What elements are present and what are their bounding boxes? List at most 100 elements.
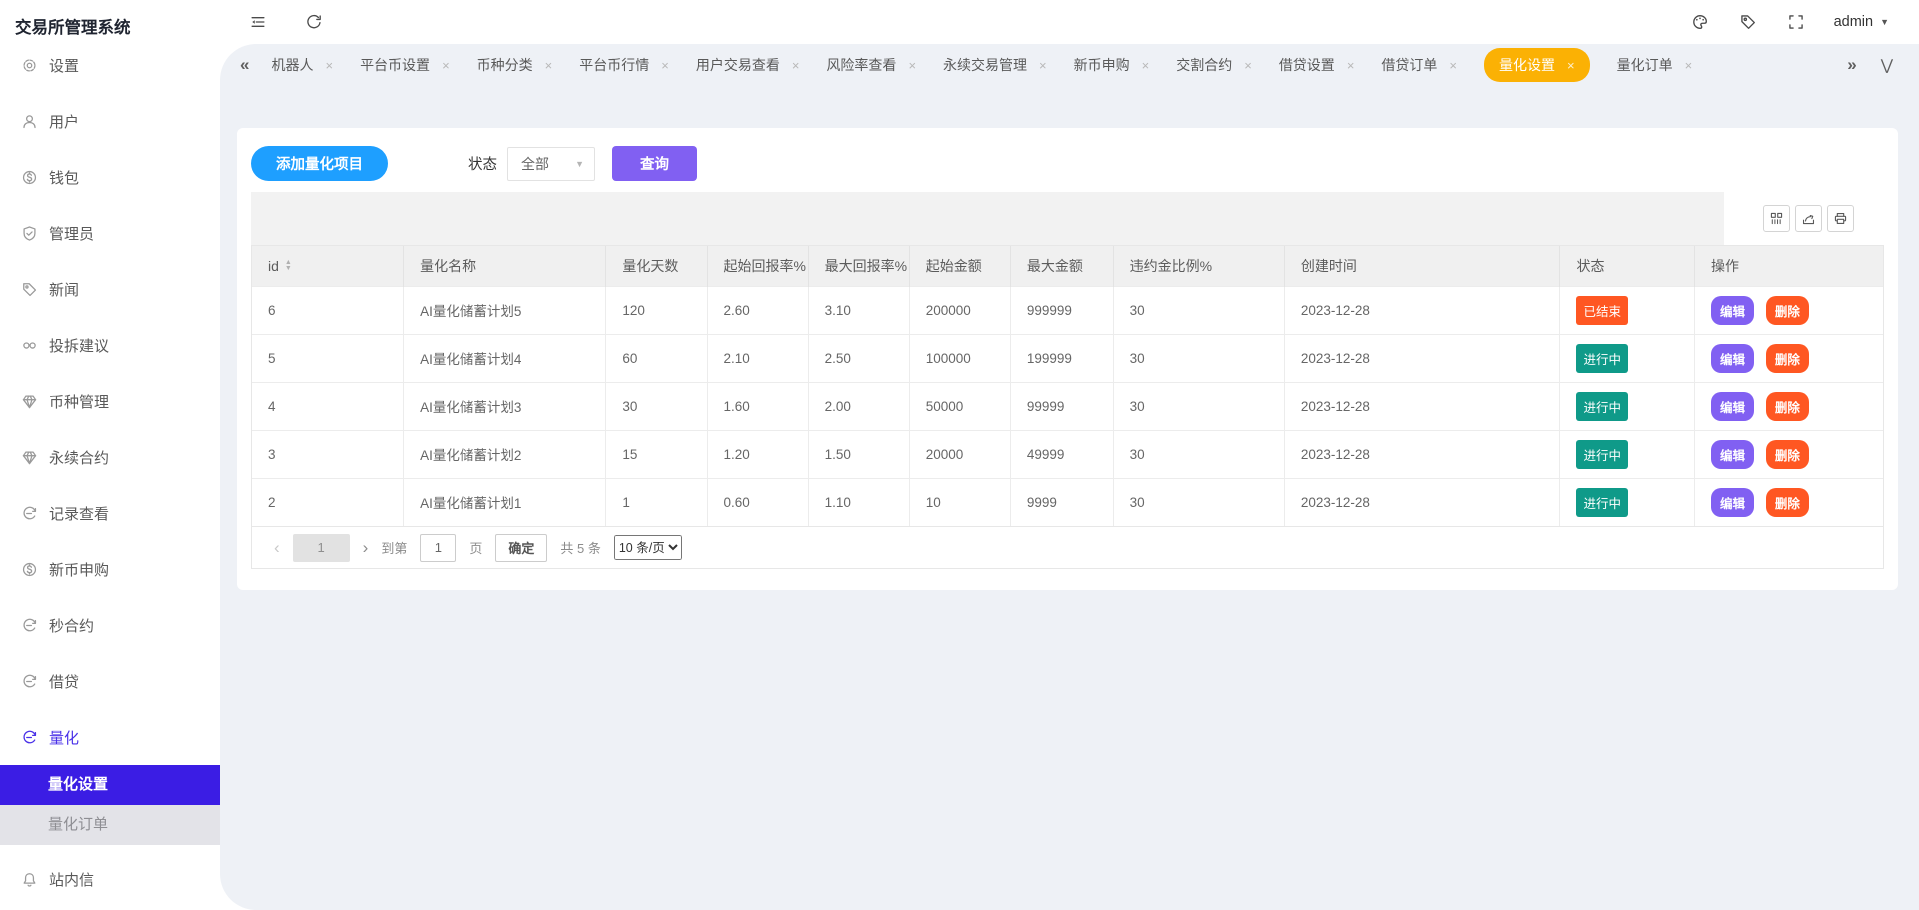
col-header: 起始金额 [909, 246, 1011, 286]
close-icon[interactable]: × [792, 58, 800, 73]
tag-icon[interactable] [1738, 12, 1758, 32]
cell-max-amount: 199999 [1010, 333, 1114, 382]
sidebar-item[interactable]: 用户 [0, 93, 220, 149]
col-header: 状态 [1559, 246, 1696, 286]
cell-start-amount: 20000 [909, 429, 1011, 478]
sidebar-item-messages[interactable]: 站内信 [0, 851, 220, 907]
close-icon[interactable]: × [1449, 58, 1457, 73]
edit-button[interactable]: 编辑 [1711, 439, 1755, 469]
status-badge: 进行中 [1576, 391, 1628, 421]
sidebar-item-icon [20, 616, 38, 634]
delete-button[interactable]: 删除 [1765, 343, 1809, 373]
columns-icon[interactable] [1763, 205, 1790, 232]
sidebar-item[interactable]: 借贷 [0, 653, 220, 709]
close-icon[interactable]: × [1142, 58, 1150, 73]
close-icon[interactable]: × [1685, 58, 1693, 73]
close-icon[interactable]: × [1567, 58, 1575, 73]
tab-label: 交割合约 [1176, 57, 1233, 73]
sidebar-item[interactable]: 设置 [0, 37, 220, 93]
cell-start-rate: 1.60 [707, 381, 809, 430]
edit-button[interactable]: 编辑 [1711, 343, 1755, 373]
goto-page-input[interactable] [420, 533, 457, 562]
sidebar: 交易所管理系统 设置 用户 钱包 管理员 新闻 投拆建议 币种管理 永续合约 记… [0, 0, 220, 910]
close-icon[interactable]: × [1039, 58, 1047, 73]
delete-button[interactable]: 删除 [1765, 295, 1809, 325]
tab[interactable]: 新币申购 × [1074, 55, 1150, 75]
tab[interactable]: 平台币行情 × [579, 55, 669, 75]
tab[interactable]: 机器人 × [271, 55, 333, 75]
status-filter-select[interactable]: 全部 ▼ [507, 146, 595, 181]
query-button[interactable]: 查询 [612, 146, 697, 181]
page-unit-label: 页 [469, 541, 483, 556]
tab[interactable]: 借贷订单 × [1381, 55, 1457, 75]
prev-page-icon[interactable]: ‹ [274, 538, 280, 558]
tab[interactable]: 量化设置 × [1484, 48, 1590, 82]
edit-button[interactable]: 编辑 [1711, 487, 1755, 517]
sidebar-item-label: 币种管理 [49, 393, 110, 411]
col-header: 最大回报率% [808, 246, 910, 286]
cell-start-rate: 2.60 [707, 285, 809, 334]
sort-icon[interactable]: ▲ ▼ [285, 259, 292, 272]
sidebar-submenu-item[interactable]: 量化设置 [0, 765, 220, 805]
sidebar-item[interactable]: 量化 [0, 709, 220, 765]
cell-max-rate: 1.10 [808, 477, 910, 526]
close-icon[interactable]: × [545, 58, 553, 73]
delete-button[interactable]: 删除 [1765, 439, 1809, 469]
toolbar-band-spacer [251, 192, 1724, 245]
tab[interactable]: 交割合约 × [1176, 55, 1252, 75]
page-size-select[interactable]: 10 条/页 [613, 535, 682, 560]
print-icon[interactable] [1827, 205, 1854, 232]
delete-button[interactable]: 删除 [1765, 391, 1809, 421]
tab[interactable]: 用户交易查看 × [696, 55, 800, 75]
cell-created: 2023-12-28 [1284, 333, 1561, 382]
sidebar-item[interactable]: 永续合约 [0, 429, 220, 485]
cell-actions: 编辑 删除 [1694, 333, 1883, 382]
sidebar-item-label: 借贷 [49, 673, 80, 691]
cell-penalty: 30 [1113, 333, 1285, 382]
sidebar-item[interactable]: 管理员 [0, 205, 220, 261]
edit-button[interactable]: 编辑 [1711, 295, 1755, 325]
current-page[interactable]: 1 [292, 533, 350, 562]
col-header: 最大金额 [1010, 246, 1114, 286]
tab[interactable]: 永续交易管理 × [943, 55, 1047, 75]
sidebar-item[interactable]: 钱包 [0, 149, 220, 205]
user-dropdown[interactable]: admin ▼ [1834, 14, 1889, 30]
tab[interactable]: 平台币设置 × [360, 55, 450, 75]
sidebar-item-icon [20, 672, 38, 690]
sidebar-item[interactable]: 新币申购 [0, 541, 220, 597]
chevron-down-icon[interactable]: ⋁ [1881, 56, 1893, 74]
cell-status: 进行中 [1559, 429, 1696, 478]
tab-label: 用户交易查看 [695, 57, 780, 73]
tab-label: 风险率查看 [826, 57, 897, 73]
next-page-icon[interactable]: › [363, 538, 369, 558]
refresh-icon[interactable] [304, 12, 324, 32]
palette-icon[interactable] [1690, 12, 1710, 32]
tab[interactable]: 借贷设置 × [1279, 55, 1355, 75]
edit-button[interactable]: 编辑 [1711, 391, 1755, 421]
chevrons-right-icon[interactable]: » [1847, 55, 1856, 75]
collapse-sidebar-icon[interactable] [248, 12, 268, 32]
export-icon[interactable] [1795, 205, 1822, 232]
chevrons-left-icon[interactable]: « [240, 55, 249, 75]
close-icon[interactable]: × [908, 58, 916, 73]
sidebar-item[interactable]: 记录查看 [0, 485, 220, 541]
cell-id: 5 [252, 333, 405, 382]
close-icon[interactable]: × [1244, 58, 1252, 73]
sidebar-submenu-item[interactable]: 量化订单 [0, 805, 220, 845]
col-header-id[interactable]: id ▲ ▼ [252, 246, 405, 286]
tab[interactable]: 币种分类 × [477, 55, 553, 75]
sidebar-item[interactable]: 秒合约 [0, 597, 220, 653]
tab[interactable]: 风险率查看 × [826, 55, 916, 75]
delete-button[interactable]: 删除 [1765, 487, 1809, 517]
tab[interactable]: 量化订单 × [1617, 55, 1693, 75]
confirm-page-button[interactable]: 确定 [495, 533, 548, 562]
close-icon[interactable]: × [661, 58, 669, 73]
close-icon[interactable]: × [325, 58, 333, 73]
sidebar-item[interactable]: 投拆建议 [0, 317, 220, 373]
close-icon[interactable]: × [442, 58, 450, 73]
add-quant-project-button[interactable]: 添加量化项目 [251, 146, 388, 181]
close-icon[interactable]: × [1347, 58, 1355, 73]
fullscreen-icon[interactable] [1786, 12, 1806, 32]
sidebar-item[interactable]: 新闻 [0, 261, 220, 317]
sidebar-item[interactable]: 币种管理 [0, 373, 220, 429]
